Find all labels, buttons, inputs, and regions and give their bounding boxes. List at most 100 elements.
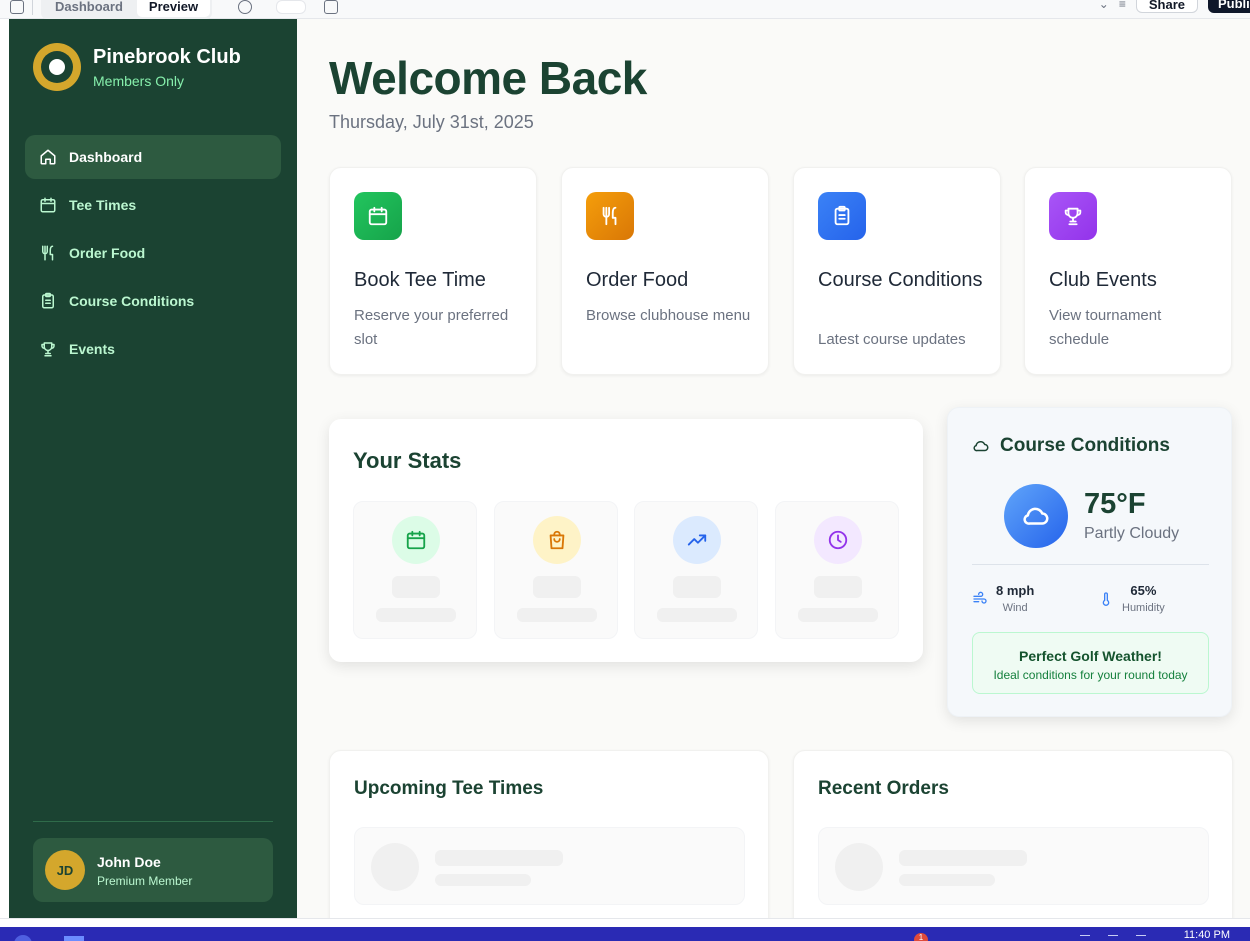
sidebar-toggle-icon[interactable] <box>10 0 24 14</box>
system-tray <box>1080 935 1170 941</box>
avatar: JD <box>45 850 85 890</box>
window-edge <box>0 19 9 918</box>
wind-label: Wind <box>1002 602 1028 614</box>
trophy-icon <box>1049 192 1097 240</box>
recent-orders-card: Recent Orders <box>793 750 1233 918</box>
app-window: Pinebrook Club Members Only Dashboard Te… <box>9 19 1250 918</box>
start-button-icon[interactable] <box>14 935 32 941</box>
chevron-down-icon[interactable]: ⌄ <box>1099 0 1109 11</box>
loading-placeholder-row <box>354 827 745 905</box>
home-icon <box>38 147 58 167</box>
sidebar-item-label: Dashboard <box>69 149 143 165</box>
quick-action-book-tee-time[interactable]: Book Tee Time Reserve your preferred slo… <box>329 167 537 375</box>
weather-summary: Partly Cloudy <box>1084 525 1180 542</box>
taskbar-clock: 11:40 PM <box>1183 929 1230 941</box>
quick-action-title: Course Conditions <box>818 269 983 291</box>
calendar-icon <box>392 516 440 564</box>
sidebar-divider <box>33 821 273 822</box>
tab-dashboard[interactable]: Dashboard <box>43 0 135 17</box>
stat-tile <box>634 501 758 639</box>
loading-placeholder <box>392 576 440 598</box>
stat-tile <box>494 501 618 639</box>
calendar-icon <box>354 192 402 240</box>
temperature: 75°F <box>1084 488 1146 520</box>
sidebar-item-events[interactable]: Events <box>25 327 281 371</box>
browser-toolbar: Dashboard Preview ⌄ ≡ Share Publish <box>0 0 1250 19</box>
card-title: Recent Orders <box>818 778 949 799</box>
sidebar-item-label: Events <box>69 341 115 357</box>
loading-placeholder <box>673 576 721 598</box>
quick-action-club-events[interactable]: Club Events View tournament schedule <box>1024 167 1232 375</box>
shopping-bag-icon <box>533 516 581 564</box>
clipboard-icon <box>818 192 866 240</box>
tab-preview[interactable]: Preview <box>136 0 211 17</box>
stats-title: Your Stats <box>353 448 462 473</box>
loading-placeholder <box>798 608 878 622</box>
share-button[interactable]: Share <box>1135 0 1198 13</box>
sidebar-item-tee-times[interactable]: Tee Times <box>25 183 281 227</box>
wind-metric: 8 mph Wind <box>972 583 1034 614</box>
stats-card: Your Stats <box>329 419 923 662</box>
course-conditions-card: Course Conditions 75°F Partly Cloudy 8 m… <box>947 407 1232 717</box>
quick-action-title: Book Tee Time <box>354 269 486 291</box>
window-bottom-edge <box>0 918 1250 927</box>
stat-tile <box>775 501 899 639</box>
wind-value: 8 mph <box>996 583 1035 598</box>
toolbar-divider <box>32 0 33 15</box>
loading-placeholder <box>517 608 597 622</box>
sidebar-item-label: Tee Times <box>69 197 137 213</box>
quick-action-order-food[interactable]: Order Food Browse clubhouse menu <box>561 167 769 375</box>
notification-badge[interactable]: 1 <box>914 933 928 941</box>
stat-tile <box>353 501 477 639</box>
divider <box>972 564 1209 565</box>
loading-placeholder <box>533 576 581 598</box>
quick-action-title: Order Food <box>586 269 689 291</box>
quick-action-description: View tournament schedule <box>1049 307 1162 348</box>
list-icon[interactable]: ≡ <box>1119 0 1126 11</box>
sidebar-item-dashboard[interactable]: Dashboard <box>25 135 281 179</box>
clipboard-icon <box>38 291 58 311</box>
sidebar: Pinebrook Club Members Only Dashboard Te… <box>9 19 297 918</box>
loading-placeholder <box>376 608 456 622</box>
golf-weather-banner: Perfect Golf Weather! Ideal conditions f… <box>972 632 1209 694</box>
humidity-metric: 65% Humidity <box>1098 583 1165 614</box>
sidebar-item-course-conditions[interactable]: Course Conditions <box>25 279 281 323</box>
loading-placeholder <box>814 576 862 598</box>
club-logo <box>33 43 81 91</box>
quick-action-course-conditions[interactable]: Course Conditions Latest course updates <box>793 167 1001 375</box>
os-taskbar: 1 11:40 PM <box>0 927 1250 941</box>
loading-placeholder <box>657 608 737 622</box>
trending-up-icon <box>673 516 721 564</box>
quick-action-title: Club Events <box>1049 269 1157 291</box>
humidity-value: 65% <box>1130 583 1157 598</box>
brand-name: Pinebrook Club <box>93 46 241 68</box>
wind-icon <box>973 591 987 604</box>
quick-action-description: Latest course updates <box>818 331 966 348</box>
humidity-label: Humidity <box>1122 602 1165 614</box>
quick-action-description: Reserve your preferred slot <box>354 307 509 348</box>
sidebar-item-order-food[interactable]: Order Food <box>25 231 281 275</box>
taskbar-app-icon[interactable] <box>64 936 84 941</box>
banner-title: Perfect Golf Weather! <box>1019 648 1162 664</box>
publish-button[interactable]: Publish <box>1208 0 1250 13</box>
utensils-icon <box>586 192 634 240</box>
device-toggle[interactable] <box>276 0 307 14</box>
sidebar-item-label: Course Conditions <box>69 293 195 309</box>
user-membership: Premium Member <box>97 874 193 888</box>
brand-subtitle: Members Only <box>93 73 185 89</box>
user-profile-card[interactable]: JD John Doe Premium Member <box>33 838 273 902</box>
quick-action-description: Browse clubhouse menu <box>586 307 751 324</box>
cloud-icon <box>973 440 989 452</box>
refresh-icon[interactable] <box>238 0 253 14</box>
conditions-title: Course Conditions <box>1000 435 1170 456</box>
page-title: Welcome Back <box>329 52 647 104</box>
sidebar-item-label: Order Food <box>69 245 146 261</box>
copy-icon[interactable] <box>324 0 339 14</box>
loading-placeholder-row <box>818 827 1209 905</box>
banner-subtitle: Ideal conditions for your round today <box>993 668 1188 682</box>
current-date: Thursday, July 31st, 2025 <box>329 112 534 132</box>
user-name: John Doe <box>97 854 161 870</box>
utensils-icon <box>38 243 58 263</box>
thermometer-icon <box>1102 592 1110 606</box>
sidebar-nav: Dashboard Tee Times Order Food Course Co… <box>25 135 281 375</box>
